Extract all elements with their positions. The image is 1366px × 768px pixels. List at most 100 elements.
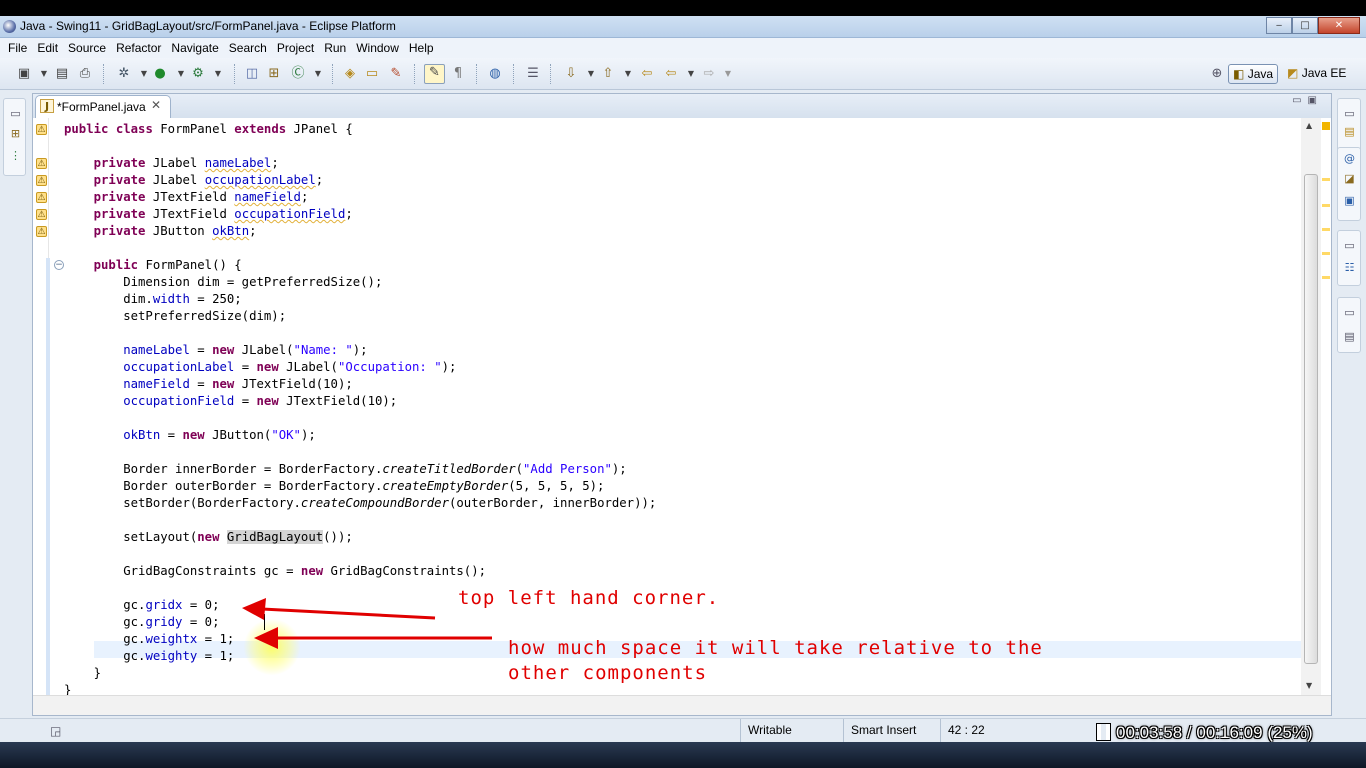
console-icon[interactable]: ▣ (1343, 194, 1356, 207)
java-perspective-button[interactable]: ◧ Java (1228, 64, 1279, 84)
warning-marker-icon[interactable]: ⚠ (36, 226, 47, 237)
code-line-16: nameField = new JTextField(10); (64, 376, 353, 393)
problems-icon[interactable]: ▤ (1343, 330, 1356, 343)
pause-icon[interactable] (1097, 724, 1110, 740)
package-explorer-icon[interactable]: ⊞ (9, 127, 22, 140)
code-token: private JTextField occupationField; (93, 207, 353, 221)
javadoc-icon[interactable]: @ (1343, 152, 1356, 165)
new-java-project-icon[interactable]: ◫ (244, 66, 260, 82)
menu-window[interactable]: Window (351, 41, 404, 55)
back-icon[interactable]: ⇦ (663, 66, 679, 82)
external-tools-dropdown-icon[interactable]: ▼ (210, 66, 226, 82)
vertical-scrollbar[interactable]: ▲ ▼ (1301, 118, 1321, 695)
open-type-icon[interactable]: ◈ (342, 66, 358, 82)
java-file-icon: J (40, 99, 54, 113)
overview-marker[interactable] (1322, 276, 1330, 279)
menu-navigate[interactable]: Navigate (166, 41, 223, 55)
warning-marker-icon[interactable]: ⚠ (36, 209, 47, 220)
menu-run[interactable]: Run (319, 41, 351, 55)
code-line-30: gc.gridy = 0; (64, 614, 219, 631)
run-icon[interactable]: ● (152, 66, 168, 82)
code-line-17: occupationField = new JTextField(10); (64, 393, 397, 410)
new-package-icon[interactable]: ⊞ (266, 66, 282, 82)
restore-icon[interactable]: ▭ (1343, 239, 1356, 252)
java-ee-perspective-button[interactable]: ◩ Java EE (1283, 64, 1350, 84)
overview-warning-icon[interactable] (1322, 122, 1330, 130)
run-dropdown-icon[interactable]: ▼ (173, 66, 189, 82)
recording-total: 00:16:09 (1196, 723, 1263, 742)
code-line-12: setPreferredSize(dim); (64, 308, 286, 325)
declaration-icon[interactable]: ◪ (1343, 172, 1356, 185)
tab-close-icon[interactable]: ✕ (151, 98, 161, 112)
web-browser-icon[interactable]: ◍ (487, 66, 503, 82)
code-token: occupationLabel = new JLabel("Occupation… (123, 360, 457, 374)
quick-diff-change-bar (46, 258, 50, 698)
restore-icon[interactable]: ▭ (9, 107, 22, 120)
warning-marker-icon[interactable]: ⚠ (36, 124, 47, 135)
code-line-29: gc.gridx = 0; (64, 597, 219, 614)
close-button[interactable]: ✕ (1318, 17, 1360, 34)
debug-dropdown-icon[interactable]: ▼ (136, 66, 152, 82)
tab-formpanel-java[interactable]: J *FormPanel.java ✕ (35, 95, 171, 118)
forward-dropdown-icon[interactable]: ▼ (720, 66, 736, 82)
show-whitespace-icon[interactable]: ¶ (450, 66, 466, 82)
maximize-button[interactable]: □ (1292, 17, 1318, 34)
main-toolbar: ▣ ▼ ▤ ⎙ ✲ ▼ ● ▼ ⚙ ▼ ◫ ⊞ Ⓒ ▼ ◈ ▭ ✎ ✎ ¶ ◍ … (0, 58, 1366, 90)
overview-marker[interactable] (1322, 228, 1330, 231)
code-line-7: private JButton okBtn; (64, 223, 257, 240)
open-perspective-icon[interactable]: ⊕ (1209, 66, 1225, 82)
scroll-up-icon[interactable]: ▲ (1306, 121, 1312, 130)
restore-icon[interactable]: ▭ (1343, 306, 1356, 319)
previous-annotation-dropdown-icon[interactable]: ▼ (620, 66, 636, 82)
next-annotation-dropdown-icon[interactable]: ▼ (583, 66, 599, 82)
external-tools-icon[interactable]: ⚙ (190, 66, 206, 82)
annotation-weight-line-1: how much space it will take relative to … (508, 637, 1043, 659)
overview-marker[interactable] (1322, 178, 1330, 181)
code-line-15: occupationLabel = new JLabel("Occupation… (64, 359, 456, 376)
open-task-icon[interactable]: ▭ (364, 66, 380, 82)
menu-edit[interactable]: Edit (32, 41, 63, 55)
task-list-icon[interactable]: ▤ (1343, 125, 1356, 138)
menu-project[interactable]: Project (272, 41, 319, 55)
back-dropdown-icon[interactable]: ▼ (683, 66, 699, 82)
outline-icon[interactable]: ☷ (1343, 261, 1356, 274)
overview-marker[interactable] (1322, 252, 1330, 255)
toggle-mark-occurrences-icon[interactable]: ✎ (424, 64, 445, 84)
warning-marker-icon[interactable]: ⚠ (36, 175, 47, 186)
new-wizard-icon[interactable]: ▣ (16, 66, 32, 82)
search-icon[interactable]: ✎ (388, 66, 404, 82)
annotation-icon[interactable]: ☰ (525, 66, 541, 82)
code-line-5: private JTextField nameField; (64, 189, 309, 206)
scrollbar-thumb[interactable] (1304, 174, 1318, 664)
debug-icon[interactable]: ✲ (116, 66, 132, 82)
warning-marker-icon[interactable]: ⚠ (36, 158, 47, 169)
toolbar-separator (476, 64, 478, 84)
code-line-11: dim.width = 250; (64, 291, 241, 308)
fast-view-icon[interactable]: ◲ (50, 724, 61, 738)
minimize-button[interactable]: ‒ (1266, 17, 1292, 34)
last-edit-location-icon[interactable]: ⇦ (639, 66, 655, 82)
new-class-icon[interactable]: Ⓒ (290, 66, 306, 82)
menu-help[interactable]: Help (404, 41, 439, 55)
overview-marker[interactable] (1322, 204, 1330, 207)
menu-file[interactable]: File (3, 41, 32, 55)
fold-collapse-icon[interactable]: − (54, 260, 64, 270)
save-icon[interactable]: ▤ (54, 66, 70, 82)
hierarchy-icon[interactable]: ⋮ (9, 149, 22, 162)
forward-icon[interactable]: ⇨ (701, 66, 717, 82)
warning-marker-icon[interactable]: ⚠ (36, 192, 47, 203)
menu-refactor[interactable]: Refactor (111, 41, 166, 55)
code-token: private JTextField nameField; (93, 190, 309, 204)
print-icon[interactable]: ⎙ (77, 66, 93, 82)
editor-min-max-icons[interactable]: ▭▣ (1292, 95, 1323, 106)
new-dropdown-icon[interactable]: ▼ (36, 66, 52, 82)
new-class-dropdown-icon[interactable]: ▼ (310, 66, 326, 82)
menu-search[interactable]: Search (224, 41, 272, 55)
previous-annotation-icon[interactable]: ⇧ (600, 66, 616, 82)
title-bar: Java - Swing11 - GridBagLayout/src/FormP… (0, 16, 1366, 38)
scroll-down-icon[interactable]: ▼ (1306, 681, 1312, 690)
menu-source[interactable]: Source (63, 41, 111, 55)
horizontal-scrollbar[interactable] (33, 695, 1331, 715)
restore-icon[interactable]: ▭ (1343, 107, 1356, 120)
next-annotation-icon[interactable]: ⇩ (563, 66, 579, 82)
